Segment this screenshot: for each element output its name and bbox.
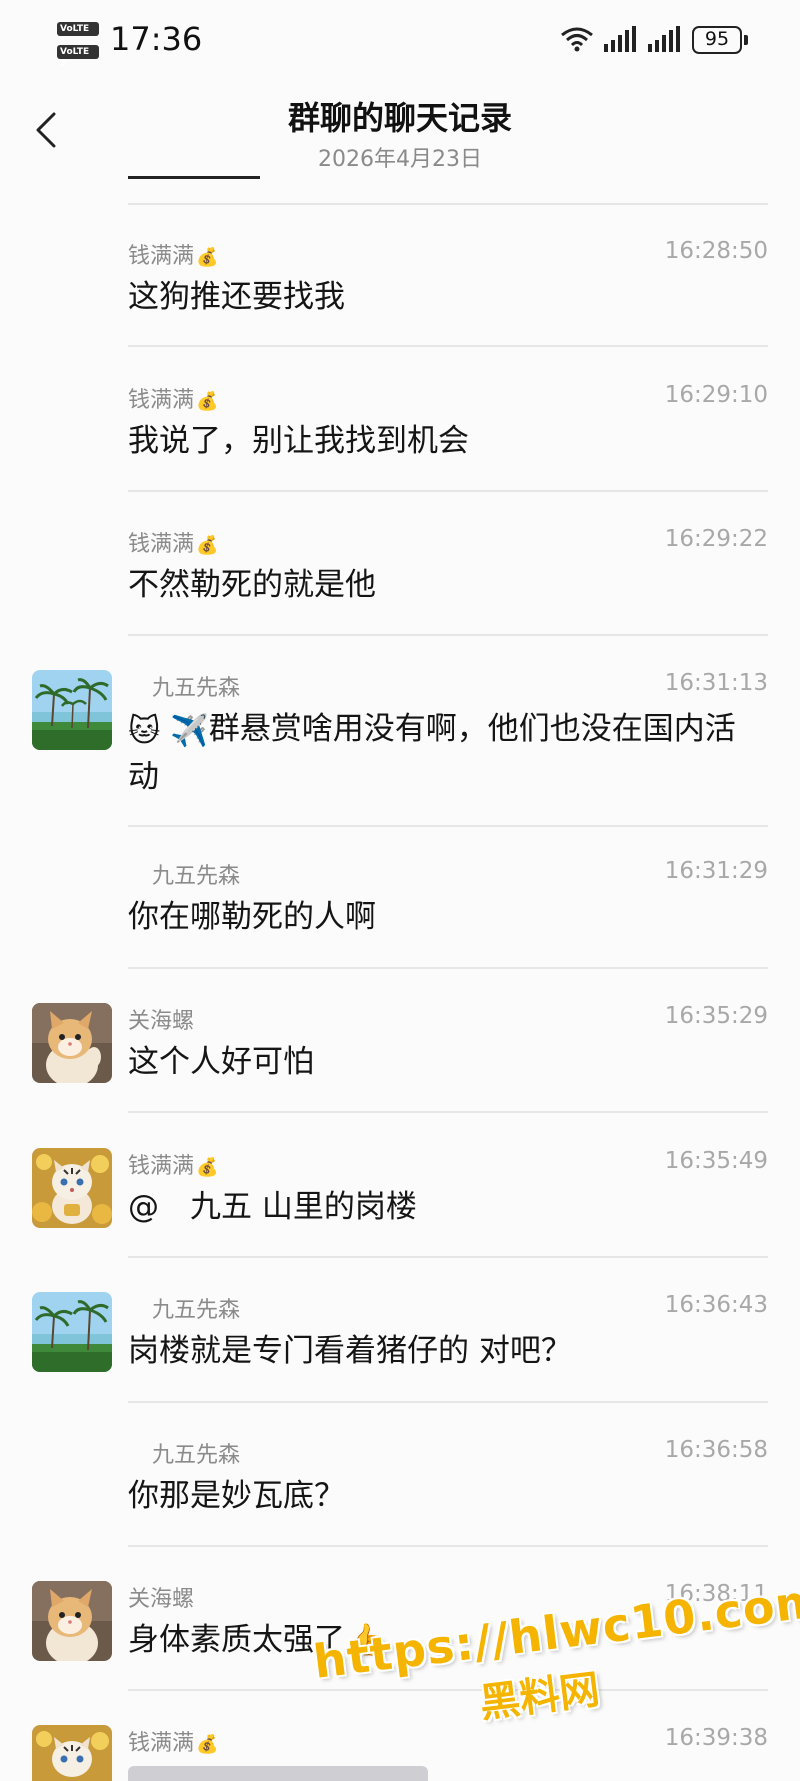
signal-icon bbox=[604, 26, 636, 52]
divider bbox=[128, 634, 768, 636]
message-time: 16:28:50 bbox=[664, 238, 768, 264]
money-bag-icon: 💰 bbox=[196, 535, 219, 556]
sender-name: 九五先森 bbox=[152, 1298, 241, 1323]
message-text: 我说了，别让我找到机会 bbox=[128, 423, 469, 459]
message-text: 🐱 ✈️群悬赏啥用没有啊，他们也没在国内活动 bbox=[128, 706, 758, 800]
money-bag-icon: 💰 bbox=[196, 1734, 219, 1755]
volte-1-icon: VoLTE 1 bbox=[57, 22, 99, 46]
message-text: 这狗推还要找我 bbox=[128, 279, 345, 315]
airplane-icon: ✈️ bbox=[170, 712, 209, 749]
status-bar: VoLTE 1 VoLTE 2 17:36 95 bbox=[0, 0, 800, 80]
divider bbox=[128, 345, 768, 347]
money-bag-icon: 💰 bbox=[196, 1157, 219, 1178]
battery-tip bbox=[744, 35, 748, 45]
sender-name: 钱满满 💰 bbox=[128, 244, 219, 269]
message-time: 16:29:22 bbox=[664, 526, 768, 552]
sender-name: 九五先森 bbox=[152, 676, 241, 701]
message-time: 16:35:49 bbox=[664, 1148, 768, 1174]
wifi-icon bbox=[561, 27, 593, 52]
divider bbox=[128, 967, 768, 969]
money-bag-icon: 💰 bbox=[196, 247, 219, 268]
tiger-gold-avatar[interactable] bbox=[32, 1725, 112, 1781]
sender-name: 九五先森 bbox=[152, 864, 241, 889]
sender-name: 钱满满 💰 bbox=[128, 532, 219, 557]
kitten-avatar[interactable] bbox=[32, 1581, 112, 1661]
message-text: 不然勒死的就是他 bbox=[128, 567, 376, 603]
beach-palm-avatar[interactable] bbox=[32, 1292, 112, 1372]
sender-name: 钱满满 💰 bbox=[128, 388, 219, 413]
sender-name: 钱满满 💰 bbox=[128, 1154, 219, 1179]
message-text: @ 九五 山里的岗楼 bbox=[128, 1189, 417, 1225]
sender-name: 关海螺 bbox=[128, 1009, 195, 1034]
status-time: 17:36 bbox=[110, 20, 203, 58]
message-time: 16:36:43 bbox=[664, 1292, 768, 1318]
page-title: 群聊的聊天记录 bbox=[287, 99, 512, 137]
divider bbox=[128, 1256, 768, 1258]
divider bbox=[128, 825, 768, 827]
message-text: 岗楼就是专门看着猪仔的 对吧？ bbox=[128, 1333, 572, 1369]
message-time: 16:36:58 bbox=[664, 1437, 768, 1463]
kitten-avatar[interactable] bbox=[32, 1003, 112, 1083]
cat-face-icon: 🐱 bbox=[128, 712, 161, 749]
divider bbox=[128, 1111, 768, 1113]
sender-name: 钱满满 💰 bbox=[128, 1731, 219, 1756]
money-bag-icon: 💰 bbox=[196, 391, 219, 412]
battery-icon: 95 bbox=[692, 26, 742, 54]
chat-history-screen: VoLTE 1 VoLTE 2 17:36 95 群聊的聊天记录 2026年4月… bbox=[0, 0, 800, 1781]
previous-message-remnant bbox=[128, 176, 260, 179]
message-time: 16:35:29 bbox=[664, 1003, 768, 1029]
divider bbox=[128, 1401, 768, 1403]
watermark: https://hlwc10.com 黑料网 bbox=[310, 1573, 800, 1781]
divider bbox=[128, 1545, 768, 1547]
sender-name: 九五先森 bbox=[152, 1443, 241, 1468]
message-text: 你在哪勒死的人啊 bbox=[128, 899, 376, 935]
message-time: 16:29:10 bbox=[664, 382, 768, 408]
signal-icon bbox=[648, 26, 680, 52]
divider bbox=[128, 203, 768, 205]
tiger-gold-avatar[interactable] bbox=[32, 1148, 112, 1228]
divider bbox=[128, 490, 768, 492]
message-text: 你那是妙瓦底？ bbox=[128, 1478, 345, 1514]
page-date: 2026年4月23日 bbox=[318, 147, 482, 172]
volte-2-icon: VoLTE 2 bbox=[57, 45, 99, 69]
beach-palm-avatar[interactable] bbox=[32, 670, 112, 750]
message-text: 这个人好可怕 bbox=[128, 1044, 314, 1080]
message-time: 16:31:29 bbox=[664, 858, 768, 884]
message-time: 16:31:13 bbox=[664, 670, 768, 696]
sender-name: 关海螺 bbox=[128, 1587, 195, 1612]
